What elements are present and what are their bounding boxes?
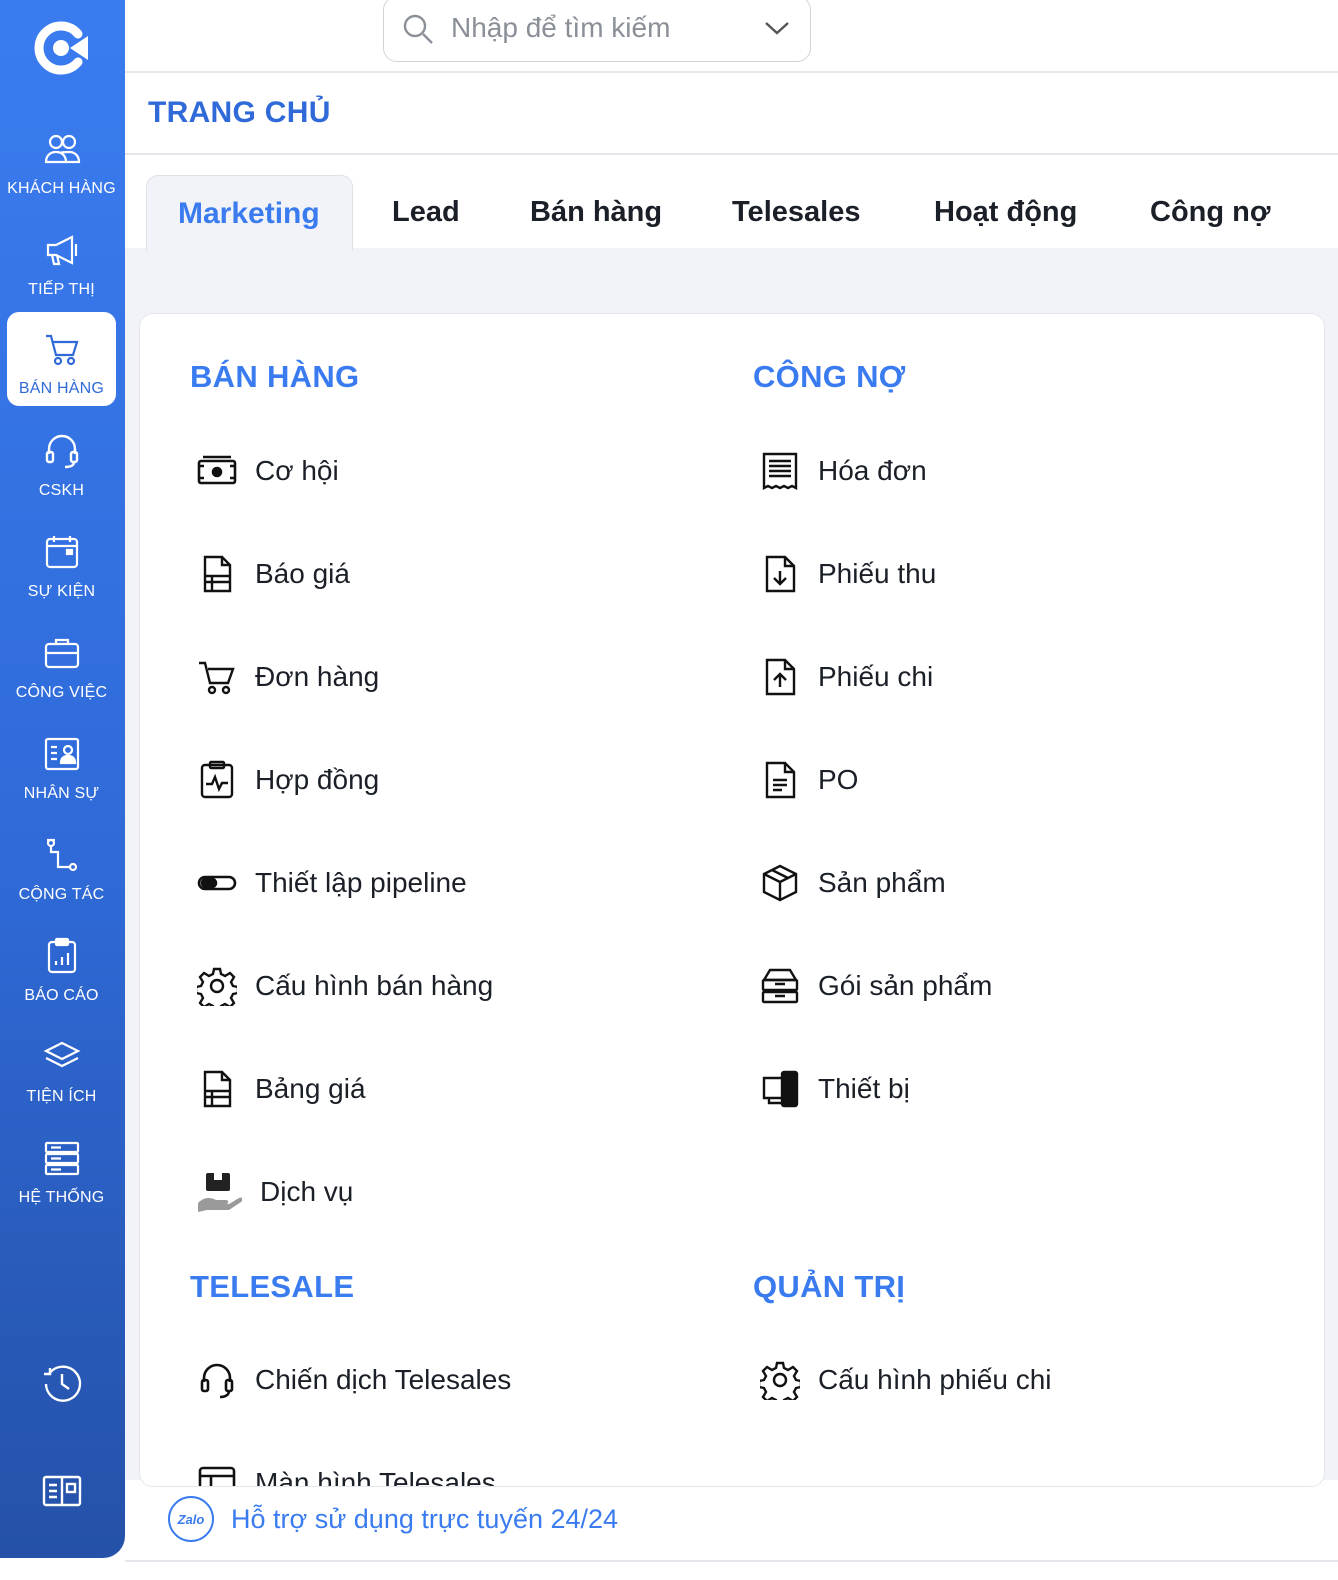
search-input[interactable]: Nhập để tìm kiếm [451, 12, 670, 44]
menu-item-cau-hinh-phieu-chi[interactable]: Cấu hình phiếu chi [759, 1355, 1052, 1405]
menu-item-don-hang[interactable]: Đơn hàng [196, 652, 379, 702]
sidebar-item-label: CSKH [38, 482, 85, 499]
cart-icon [196, 656, 238, 698]
menu-item-bao-gia[interactable]: Báo giá [196, 549, 350, 599]
menu-item-phieu-thu[interactable]: Phiếu thu [759, 549, 936, 599]
app-logo-icon[interactable] [30, 20, 94, 76]
sidebar-item-tien-ich[interactable]: TIỆN ÍCH [7, 1020, 116, 1114]
menu-item-phieu-chi[interactable]: Phiếu chi [759, 652, 933, 702]
search-bar[interactable]: Nhập để tìm kiếm [383, 0, 811, 62]
tab-hoat-dong[interactable]: Hoạt động [934, 196, 1077, 229]
megaphone-icon [46, 235, 77, 266]
menu-item-co-hoi[interactable]: Cơ hội [196, 446, 339, 496]
section-title-quan-tri: QUẢN TRỊ [753, 1269, 906, 1304]
document-icon [759, 759, 801, 801]
pipeline-icon [196, 862, 238, 904]
briefcase-icon [44, 638, 79, 669]
id-card-icon [44, 737, 79, 771]
users-icon [44, 134, 80, 164]
menu-item-dich-vu[interactable]: Dịch vụ [196, 1167, 353, 1217]
menu-item-cau-hinh-ban-hang[interactable]: Cấu hình bán hàng [196, 961, 493, 1011]
support-text: Hỗ trợ sử dụng trực tuyến 24/24 [231, 1503, 619, 1534]
sidebar: KHÁCH HÀNG TIẾP THỊ BÁN HÀNG CSKH SỰ KIỆ… [0, 0, 125, 1558]
sidebar-item-label: KHÁCH HÀNG [7, 180, 116, 197]
file-upload-icon [759, 656, 801, 698]
sidebar-item-label: CÔNG VIỆC [15, 684, 108, 701]
money-icon [196, 450, 238, 492]
tab-telesales[interactable]: Telesales [732, 196, 860, 229]
box-icon [759, 862, 801, 904]
receipt-icon [759, 450, 801, 492]
clock-icon[interactable] [40, 1362, 84, 1406]
sidebar-item-label: CỘNG TÁC [18, 886, 105, 903]
menu-item-bang-gia[interactable]: Bảng giá [196, 1064, 366, 1114]
menu-item-thiet-lap-pipeline[interactable]: Thiết lập pipeline [196, 858, 467, 908]
sidebar-item-tiep-thi[interactable]: TIẾP THỊ [7, 213, 116, 307]
spreadsheet-file-icon [196, 1068, 238, 1110]
support-link[interactable]: Zalo Hỗ trợ sử dụng trực tuyến 24/24 [168, 1496, 618, 1542]
menu-item-goi-san-pham[interactable]: Gói sản phẩm [759, 961, 992, 1011]
sidebar-item-label: TIỆN ÍCH [26, 1088, 97, 1105]
sidebar-item-cskh[interactable]: CSKH [7, 414, 116, 508]
calendar-icon [45, 536, 78, 569]
file-download-icon [759, 553, 801, 595]
sidebar-item-khach-hang[interactable]: KHÁCH HÀNG [7, 112, 116, 206]
module-card: BÁN HÀNG CÔNG NỢ Cơ hội Báo giá Đơn hàng… [139, 313, 1325, 1487]
app-root: KHÁCH HÀNG TIẾP THỊ BÁN HÀNG CSKH SỰ KIỆ… [0, 0, 1338, 1580]
tab-marketing[interactable]: Marketing [146, 175, 353, 251]
server-icon [44, 1141, 79, 1176]
tab-cong-no[interactable]: Công nợ [1150, 196, 1270, 229]
tab-label: Marketing [178, 197, 320, 230]
sidebar-item-label: NHÂN SỰ [23, 785, 100, 802]
sidebar-item-bao-cao[interactable]: BÁO CÁO [7, 919, 116, 1013]
footer-divider [125, 1560, 1338, 1562]
service-hand-icon [196, 1171, 242, 1213]
sidebar-item-cong-viec[interactable]: CÔNG VIỆC [7, 616, 116, 710]
browser-window-icon [196, 1462, 238, 1486]
sidebar-item-su-kien[interactable]: SỰ KIỆN [7, 515, 116, 609]
package-stack-icon [759, 965, 801, 1007]
page-title: TRANG CHỦ [148, 96, 331, 129]
section-title-ban-hang: BÁN HÀNG [190, 359, 360, 394]
title-divider [125, 153, 1338, 155]
tab-ban-hang[interactable]: Bán hàng [530, 196, 662, 229]
zalo-icon: Zalo [168, 1496, 214, 1542]
gear-icon [759, 1359, 801, 1401]
sidebar-item-ban-hang[interactable]: BÁN HÀNG [7, 312, 116, 406]
menu-item-hop-dong[interactable]: Hợp đồng [196, 755, 379, 805]
layers-icon [43, 1041, 80, 1068]
menu-item-hoa-don[interactable]: Hóa đơn [759, 446, 927, 496]
menu-item-po[interactable]: PO [759, 755, 858, 805]
headset-icon [45, 434, 78, 469]
sidebar-item-cong-tac[interactable]: CỘNG TÁC [7, 818, 116, 912]
devices-icon [759, 1068, 801, 1110]
tab-lead[interactable]: Lead [392, 196, 460, 229]
cart-icon [45, 334, 78, 366]
sidebar-item-label: BÁO CÁO [24, 987, 99, 1004]
headset-icon [196, 1359, 238, 1401]
sidebar-item-label: TIẾP THỊ [28, 281, 95, 298]
clipboard-pulse-icon [196, 759, 238, 801]
menu-item-thiet-bi[interactable]: Thiết bị [759, 1064, 910, 1114]
section-title-cong-no: CÔNG NỢ [753, 359, 906, 394]
sidebar-item-label: HỆ THỐNG [18, 1189, 105, 1206]
panel-layout-icon[interactable] [40, 1469, 84, 1513]
chevron-down-icon[interactable] [764, 19, 790, 37]
spreadsheet-file-icon [196, 553, 238, 595]
menu-item-man-hinh-telesales[interactable]: Màn hình Telesales [196, 1458, 496, 1486]
sidebar-item-nhan-su[interactable]: NHÂN SỰ [7, 717, 116, 811]
header-divider [125, 71, 1338, 73]
gear-icon [196, 965, 238, 1007]
report-icon [47, 937, 76, 974]
sidebar-item-he-thong[interactable]: HỆ THỐNG [7, 1121, 116, 1215]
sidebar-item-label: BÁN HÀNG [18, 380, 105, 397]
section-title-telesale: TELESALE [190, 1269, 355, 1304]
sidebar-item-label: SỰ KIỆN [27, 583, 96, 600]
menu-item-san-pham[interactable]: Sản phẩm [759, 858, 946, 908]
search-icon [403, 14, 433, 44]
menu-item-chien-dich-telesales[interactable]: Chiến dịch Telesales [196, 1355, 511, 1405]
route-icon [46, 838, 77, 872]
